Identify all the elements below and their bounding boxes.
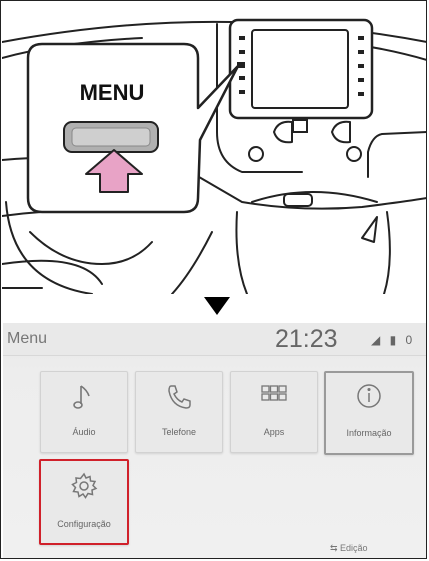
- status-bar: Menu 21:23 ◢ ▮ 0: [3, 323, 426, 356]
- screen-title: Menu: [7, 330, 48, 347]
- tile-settings[interactable]: Configuração: [39, 459, 129, 545]
- status-icons: ◢ ▮ 0: [371, 333, 416, 347]
- edit-button[interactable]: ⇆ Edição: [330, 543, 368, 554]
- edit-label: Edição: [340, 543, 368, 553]
- tile-settings-label: Configuração: [57, 519, 111, 529]
- illustration-frame: MENU Menu 21:23 ◢ ▮ 0 Áudio Telefone App…: [0, 0, 427, 559]
- menu-screen: Menu 21:23 ◢ ▮ 0 Áudio Telefone Apps Inf…: [3, 323, 426, 558]
- tile-apps-label: Apps: [263, 427, 285, 437]
- phone-icon: [136, 380, 222, 412]
- head-unit: [228, 18, 374, 133]
- tile-audio[interactable]: Áudio: [40, 371, 128, 453]
- menu-button-label: MENU: [80, 80, 145, 105]
- tile-apps[interactable]: Apps: [230, 371, 318, 453]
- apps-grid-icon: [231, 380, 317, 412]
- info-icon: [326, 381, 412, 413]
- clock: 21:23: [275, 325, 338, 353]
- gear-icon: [41, 469, 127, 501]
- menu-button-callout: [26, 42, 240, 214]
- music-note-icon: [41, 380, 127, 412]
- tile-phone-label: Telefone: [161, 427, 197, 437]
- tile-phone[interactable]: Telefone: [135, 371, 223, 453]
- dashboard-illustration: MENU: [2, 18, 427, 294]
- tile-audio-label: Áudio: [72, 427, 96, 437]
- down-arrow-icon: [204, 297, 230, 315]
- tile-info[interactable]: Informação: [324, 371, 414, 455]
- tile-info-label: Informação: [346, 428, 392, 438]
- edit-icon: ⇆: [330, 543, 341, 553]
